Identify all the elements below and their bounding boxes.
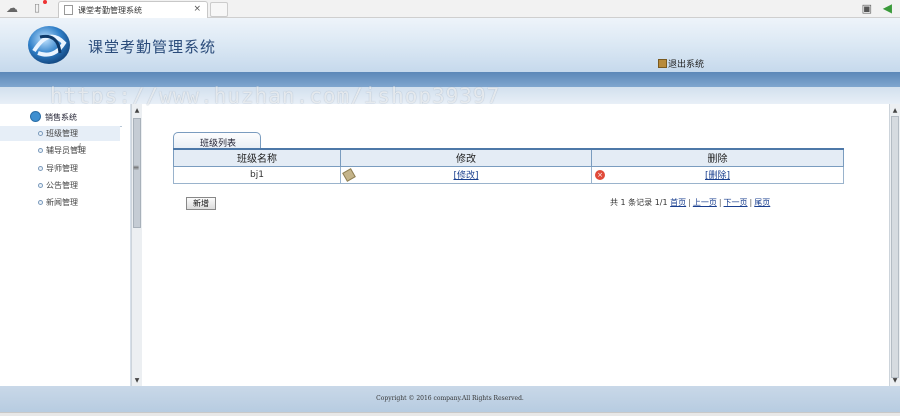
sidebar-item-label: 公告管理 [46, 181, 78, 190]
scroll-thumb[interactable] [891, 116, 899, 378]
cell-class-name: bj1 [173, 165, 341, 184]
scroll-up-icon[interactable]: ▲ [891, 106, 899, 115]
sidebar: 销售系统 班级管理 辅导员管理 导师管理 公告管理 新闻管理 [0, 104, 131, 386]
pager-separator: | [718, 198, 722, 207]
column-header-edit: 修改 [340, 148, 592, 167]
sidebar-item-label: 导师管理 [46, 164, 78, 173]
last-page-link[interactable]: 尾页 [754, 198, 770, 207]
pager-summary: 共 1 条记录 1/1 [610, 198, 668, 207]
new-tab-button[interactable] [210, 2, 228, 17]
pager-separator: | [749, 198, 753, 207]
logo-icon [28, 26, 70, 64]
bullet-icon [38, 148, 43, 153]
bullet-icon [38, 200, 43, 205]
sidebar-item-news[interactable]: 新闻管理 [0, 195, 120, 210]
save-page-icon[interactable]: ▣ [862, 2, 872, 15]
app-header: 课堂考勤管理系统 退出系统 [0, 18, 900, 72]
browser-toolbar: ☁ ▯ 课堂考勤管理系统 × ▣ ◀ [0, 0, 900, 18]
column-header-name: 班级名称 [173, 148, 341, 167]
cell-edit: [修改] [340, 165, 592, 184]
table-row: bj1 [修改] × [删除] [173, 165, 844, 184]
tab-title: 课堂考勤管理系统 [78, 6, 142, 15]
splitter-grip-icon[interactable]: ≡ [132, 163, 140, 177]
bullet-icon [38, 166, 43, 171]
sidebar-item-class[interactable]: 班级管理 [0, 126, 120, 141]
list-caption-tab: 班级列表 [173, 132, 261, 149]
sidebar-item-counselor[interactable]: 辅导员管理 [0, 143, 120, 158]
logout-link[interactable]: 退出系统 [658, 57, 704, 70]
first-page-link[interactable]: 首页 [670, 198, 686, 207]
table-header-row: 班级名称 修改 删除 [173, 148, 844, 167]
document-icon[interactable]: ▯ [34, 0, 48, 16]
column-header-delete: 删除 [591, 148, 844, 167]
cell-delete: × [删除] [591, 165, 844, 184]
sidebar-group-header[interactable]: 销售系统 [10, 107, 122, 127]
bullet-icon [38, 183, 43, 188]
scroll-up-icon[interactable]: ▲ [133, 106, 141, 115]
copyright-text: Copyright © 2016 company.All Rights Rese… [376, 395, 524, 402]
add-button[interactable]: 新增 [186, 197, 216, 210]
back-arrow-icon[interactable]: ◀ [883, 1, 892, 15]
main-scrollbar[interactable]: ▲ ▼ [889, 104, 900, 386]
delete-icon: × [595, 169, 605, 180]
bullet-icon [38, 131, 43, 136]
pencil-icon [342, 167, 356, 182]
pagination: 共 1 条记录 1/1 首页 | 上一页 | 下一页 | 尾页 [610, 197, 770, 208]
scroll-down-icon[interactable]: ▼ [133, 376, 141, 385]
sidebar-item-label: 班级管理 [46, 129, 78, 138]
sidebar-item-tutor[interactable]: 导师管理 [0, 161, 120, 176]
sidebar-scrollbar[interactable]: ▲ ▼ [131, 104, 142, 386]
footer: Copyright © 2016 company.All Rights Rese… [0, 386, 900, 412]
delete-link[interactable]: [删除] [705, 171, 730, 181]
close-tab-icon[interactable]: × [193, 4, 201, 14]
cloud-icon[interactable]: ☁ [6, 2, 22, 15]
logout-label: 退出系统 [668, 60, 705, 70]
sidebar-group-label: 销售系统 [45, 113, 77, 122]
edit-link[interactable]: [修改] [453, 171, 478, 181]
pager-separator: | [688, 198, 691, 207]
browser-statusbar [0, 412, 900, 416]
next-page-link[interactable]: 下一页 [724, 198, 748, 207]
gear-icon [30, 111, 41, 122]
browser-tab[interactable]: 课堂考勤管理系统 × [58, 1, 208, 18]
sidebar-item-notice[interactable]: 公告管理 [0, 178, 120, 193]
hand-cursor-icon: ☝ [75, 141, 83, 155]
logout-icon [658, 59, 667, 68]
page-icon [64, 5, 73, 15]
app-title: 课堂考勤管理系统 [88, 38, 217, 56]
prev-page-link[interactable]: 上一页 [693, 198, 717, 207]
class-table: 班级名称 修改 删除 bj1 [修改] × [删除] [173, 148, 844, 184]
scroll-down-icon[interactable]: ▼ [891, 376, 899, 385]
sidebar-item-label: 新闻管理 [46, 198, 78, 207]
